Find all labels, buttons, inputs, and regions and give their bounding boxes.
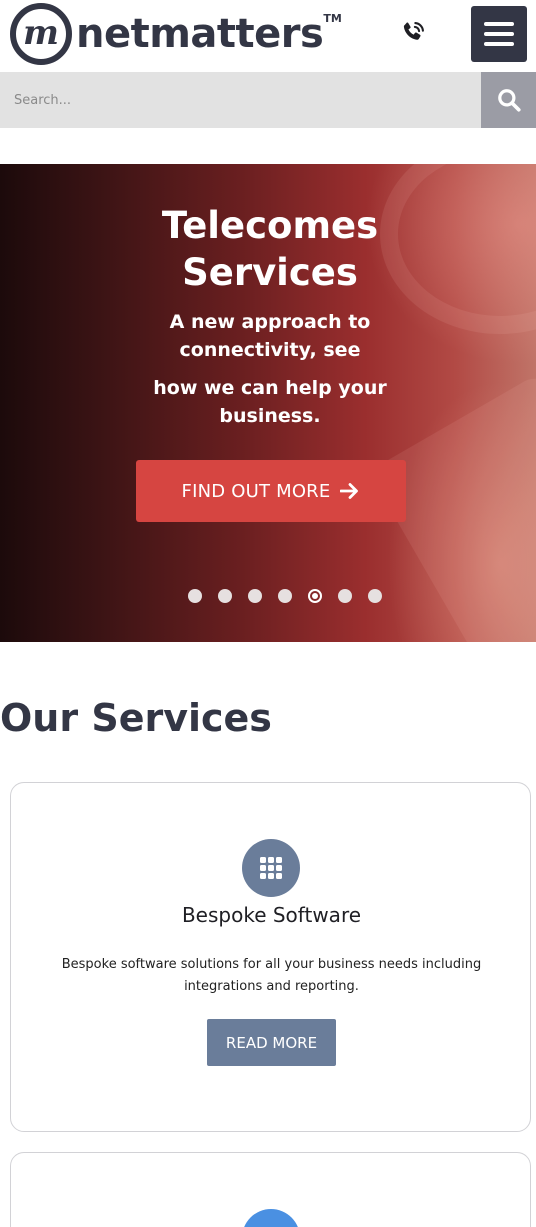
service-icon-circle [242,1209,300,1227]
services-heading: Our Services [0,696,272,740]
search-input[interactable] [0,72,481,128]
logo-mark: m [10,3,72,65]
logo-trademark: TM [323,12,342,25]
hero-carousel: Telecomes Services A new approach to con… [0,164,536,642]
hero-subtitle-line: A new approach to [169,311,371,333]
service-card-bespoke-software: Bespoke Software Bespoke software soluti… [10,782,531,1132]
netmatters-logo[interactable]: m netmatters TM [10,2,342,66]
find-out-more-button[interactable]: FIND OUT MORE [136,460,406,522]
site-header: m netmatters TM [0,0,536,72]
hero-title-line: Telecomes [161,204,379,247]
phone-button[interactable] [394,14,432,52]
carousel-dot[interactable] [338,589,352,603]
hamburger-icon-bar [484,32,514,36]
service-description-line: integrations and reporting. [184,979,359,994]
service-card-description: Bespoke software solutions for all your … [41,954,502,998]
hamburger-icon-bar [484,42,514,46]
logo-text: netmatters [76,11,324,57]
hero-subtitle-continued: how we can help your business. [0,374,536,430]
hero-subtitle-line: business. [219,405,321,427]
phone-icon [403,22,424,40]
carousel-dots [188,589,382,603]
carousel-dot[interactable] [248,589,262,603]
carousel-dot[interactable] [218,589,232,603]
hero-title: Telecomes Services [0,202,536,296]
grid-apps-icon [260,857,282,879]
search-bar [0,72,536,128]
carousel-dot[interactable] [278,589,292,603]
hero-subtitle: A new approach to connectivity, see [0,308,536,364]
hamburger-icon [484,22,514,26]
service-icon-circle [242,839,300,897]
service-card-next [10,1152,531,1227]
read-more-button[interactable]: READ MORE [207,1019,336,1066]
service-description-line: Bespoke software solutions for all your … [61,957,482,972]
carousel-dot[interactable] [368,589,382,603]
logo-mark-letter: m [23,13,59,53]
find-out-more-label: FIND OUT MORE [181,480,331,502]
carousel-dot[interactable] [188,589,202,603]
hero-subtitle-line: connectivity, see [179,339,361,361]
carousel-dot-active[interactable] [308,589,322,603]
search-button[interactable] [481,72,536,128]
hero-title-line: Services [182,251,358,294]
hero-subtitle-line: how we can help your [153,377,387,399]
search-icon [497,89,521,112]
arrow-right-icon [340,483,359,499]
service-card-title: Bespoke Software [181,903,362,927]
menu-button[interactable] [471,6,527,62]
